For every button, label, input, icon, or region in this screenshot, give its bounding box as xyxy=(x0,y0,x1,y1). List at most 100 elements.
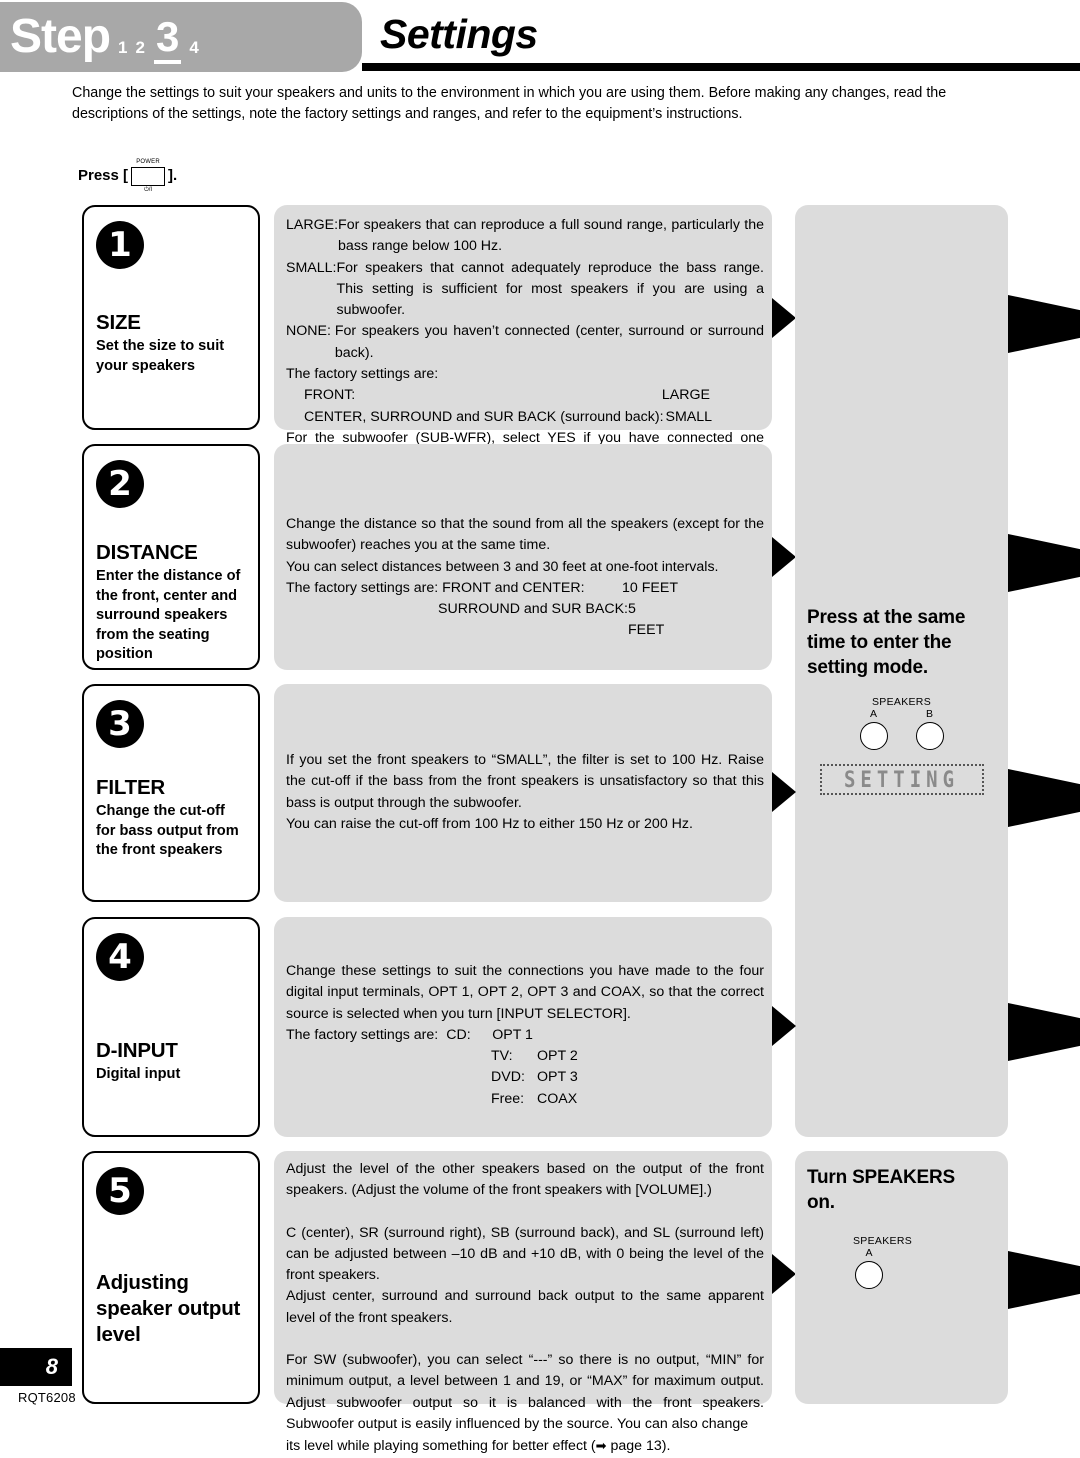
dinput-factory-label-row: The factory settings are: CD: OPT 1 xyxy=(286,1025,764,1046)
flow-arrow-filter xyxy=(772,772,796,812)
flow-arrow-level xyxy=(772,1254,796,1294)
section-title-level: Adjusting speaker output level xyxy=(96,1271,241,1346)
level-para-4: For SW (subwoofer), you can select “---”… xyxy=(286,1352,764,1432)
section-badge-4: 4 xyxy=(96,933,144,981)
speaker-knob-b[interactable]: B xyxy=(915,708,944,750)
level-spacer-2 xyxy=(286,1329,764,1350)
speaker-knob-b-circle-icon xyxy=(915,722,944,750)
press-power-instruction: Press [ POWER ⏻/I ]. xyxy=(78,158,177,193)
dinput-factory-label: The factory settings are: xyxy=(286,1026,439,1043)
dinput-factory-dvd-key: DVD: xyxy=(491,1069,525,1086)
power-button-icon[interactable]: POWER ⏻/I xyxy=(131,159,166,194)
dinput-factory-row-tv: TV: OPT 2 xyxy=(286,1046,764,1067)
flow-arrow-size xyxy=(772,298,796,338)
step-indicator-1: 1 xyxy=(118,38,128,57)
section-subtitle-distance: Enter the distance of the front, center … xyxy=(96,568,241,662)
power-symbol-icon: ⏻/I xyxy=(144,187,153,193)
section-title-size: SIZE xyxy=(96,311,141,334)
size-factory-row-center: CENTER, SURROUND and SUR BACK (surround … xyxy=(286,407,764,428)
level-spacer-1 xyxy=(286,1202,764,1223)
step-banner: Step 1 2 3 4 xyxy=(0,2,362,72)
power-button-caption: POWER xyxy=(136,159,160,165)
speakers-caption-top: SPEAKERS xyxy=(871,696,931,708)
dinput-para-1: Change these settings to suit the connec… xyxy=(286,963,764,1022)
level-para-1: Adjust the level of the other speakers b… xyxy=(286,1161,764,1199)
section-badge-1: 1 xyxy=(96,221,144,269)
edge-arrow-size xyxy=(1008,295,1080,353)
dinput-factory-dvd-value: OPT 3 xyxy=(537,1069,578,1086)
dinput-factory-cd-value: OPT 1 xyxy=(492,1026,533,1043)
section-title-filter: FILTER xyxy=(96,776,166,799)
level-para-2: C (center), SR (surround right), SB (sur… xyxy=(286,1224,764,1284)
section-badge-3: 3 xyxy=(96,700,144,748)
level-para-5-post: page 13). xyxy=(606,1438,671,1455)
size-factory-center-key: CENTER, SURROUND and SUR BACK (surround … xyxy=(304,408,664,425)
speaker-knob-a-bottom[interactable]: A xyxy=(855,1248,883,1289)
flow-arrow-distance xyxy=(772,537,796,577)
speaker-knob-a[interactable]: A xyxy=(859,708,888,750)
level-para-5-pre: its level while playing something for be… xyxy=(286,1438,596,1455)
right-panel-setting-mode: Press at the same time to enter the sett… xyxy=(795,205,1008,1137)
dinput-factory-tv-key: TV: xyxy=(491,1048,513,1065)
speaker-knob-a-circle-icon xyxy=(859,722,888,750)
dinput-factory-cd-key: CD: xyxy=(446,1026,471,1043)
section-body-dinput: Change these settings to suit the connec… xyxy=(274,917,772,1137)
size-factory-front-value: LARGE xyxy=(661,387,710,404)
section-label-card-size: 1 SIZE Set the size to suit your speaker… xyxy=(82,205,260,430)
intro-paragraph: Change the settings to suit your speaker… xyxy=(72,83,1010,125)
press-label: Press [ xyxy=(78,167,129,184)
filter-para-1: If you set the front speakers to “SMALL”… xyxy=(286,752,764,811)
right-top-heading: Press at the same time to enter the sett… xyxy=(807,607,966,678)
page-number-badge: 8 xyxy=(0,1348,72,1386)
flow-arrow-dinput xyxy=(772,1006,796,1046)
distance-factory-2-key: SURROUND and SUR BACK: xyxy=(438,601,629,618)
page-reference-arrow-icon: ➡ xyxy=(595,1438,607,1454)
size-factory-row-front: FRONT: LARGE xyxy=(286,385,764,406)
power-button-body xyxy=(131,167,166,186)
step-word-label: Step xyxy=(10,10,111,63)
size-def-small: SMALL: For speakers that cannot adequate… xyxy=(286,258,764,322)
speaker-knob-a-bottom-circle-icon xyxy=(855,1261,883,1289)
intro-line-2: descriptions of the settings, note the f… xyxy=(72,106,743,122)
speaker-knob-b-label: B xyxy=(925,708,933,720)
dinput-factory-free-value: COAX xyxy=(537,1090,578,1107)
edge-arrow-dinput xyxy=(1008,1003,1080,1061)
size-def-none-key: NONE: xyxy=(286,323,335,340)
section-badge-5: 5 xyxy=(96,1167,144,1215)
dinput-factory-row-dvd: DVD: OPT 3 xyxy=(286,1067,764,1088)
dinput-factory-row-free: Free: COAX xyxy=(286,1089,764,1110)
section-subtitle-size: Set the size to suit your speakers xyxy=(96,338,225,374)
setting-display-text: SETTING xyxy=(843,766,960,793)
speakers-caption-bottom: SPEAKERS xyxy=(853,1235,913,1247)
speakers-control-group-ab: SPEAKERS A B xyxy=(807,696,996,750)
size-def-small-value: For speakers that cannot adequately repr… xyxy=(336,259,764,319)
step-indicator-2: 2 xyxy=(135,38,145,57)
press-close-bracket: ]. xyxy=(168,167,178,184)
section-title-distance: DISTANCE xyxy=(96,541,198,564)
distance-factory-1-key: The factory settings are: FRONT and CENT… xyxy=(286,579,585,596)
section-badge-2: 2 xyxy=(96,460,144,508)
section-title-dinput: D-INPUT xyxy=(96,1039,178,1062)
speaker-knob-a-label: A xyxy=(869,708,877,720)
edge-arrow-filter xyxy=(1008,769,1080,827)
section-label-card-dinput: 4 D-INPUT Digital input xyxy=(82,917,260,1137)
section-label-card-filter: 3 FILTER Change the cut-off for bass out… xyxy=(82,684,260,902)
distance-para-2: You can select distances between 3 and 3… xyxy=(286,558,719,575)
intro-line-1: Change the settings to suit your speaker… xyxy=(72,85,947,101)
distance-factory-2-value: 5 FEET xyxy=(628,601,665,639)
size-def-small-key: SMALL: xyxy=(286,259,337,276)
section-subtitle-dinput: Digital input xyxy=(96,1066,181,1082)
section-label-card-distance: 2 DISTANCE Enter the distance of the fro… xyxy=(82,444,260,670)
section-subtitle-filter: Change the cut-off for bass output from … xyxy=(96,803,239,858)
size-factory-label: The factory settings are: xyxy=(286,366,439,383)
setting-mode-display: SETTING xyxy=(819,764,984,795)
edge-arrow-level xyxy=(1008,1251,1080,1309)
section-body-distance: Change the distance so that the sound fr… xyxy=(274,444,772,670)
dinput-factory-tv-value: OPT 2 xyxy=(537,1048,578,1065)
step-indicator-4: 4 xyxy=(189,38,199,57)
document-code: RQT6208 xyxy=(18,1390,76,1405)
distance-factory-row-1: The factory settings are: FRONT and CENT… xyxy=(286,578,764,599)
distance-factory-1-value: 10 FEET xyxy=(622,579,678,596)
distance-factory-row-2: SURROUND and SUR BACK: 5 FEET xyxy=(286,599,764,642)
size-def-large-key: LARGE: xyxy=(286,217,339,233)
